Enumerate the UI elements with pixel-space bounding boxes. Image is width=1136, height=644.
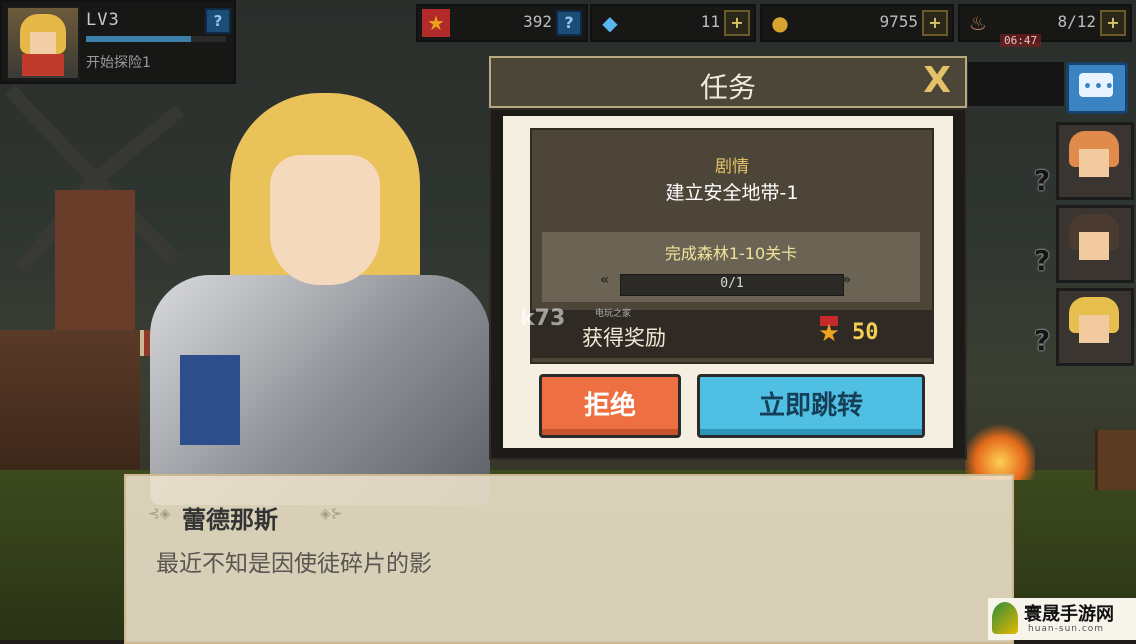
medal-count: 392	[523, 12, 552, 31]
arrow-left-icon: «	[600, 272, 610, 288]
resource-gold[interactable]: ● 9755 +	[760, 4, 954, 42]
player-panel[interactable]: LV3 ? 开始探险1	[0, 0, 236, 84]
medal-icon: ★	[422, 9, 450, 37]
mission-body: 剧情 建立安全地带-1 完成森林1-10关卡 « 0/1 » 获得奖励 ★ 50	[489, 108, 967, 460]
medal-help-button[interactable]: ?	[556, 10, 582, 36]
reward-row: 获得奖励 ★ 50	[532, 310, 932, 358]
ornament-left-icon: ⊰◈	[148, 506, 171, 522]
mission-title: 任务	[699, 71, 756, 104]
hero-portrait-face	[1079, 149, 1109, 177]
player-avatar[interactable]	[6, 6, 80, 80]
xp-bar-fill	[86, 36, 191, 42]
quest-name: 建立安全地带-1	[665, 182, 799, 204]
progress-text: 0/1	[720, 276, 744, 291]
watermark-logo: k73	[520, 306, 566, 331]
side-hero-1[interactable]	[1056, 122, 1134, 200]
gold-coin-icon: ●	[771, 11, 789, 35]
resource-medal[interactable]: ★ 392 ?	[416, 4, 588, 42]
gold-add-button[interactable]: +	[922, 10, 948, 36]
campfire	[965, 420, 1035, 480]
meat-icon: ♨	[969, 11, 987, 35]
watermark-sub: 电玩之家	[595, 309, 632, 319]
heroine-cloth	[180, 355, 240, 445]
site-logo-text: 寰晟手游网	[1024, 604, 1114, 625]
diamond-count: 11	[700, 12, 720, 31]
stamina-add-button[interactable]: +	[1100, 10, 1126, 36]
diamond-icon: ◆	[602, 11, 618, 35]
chat-button[interactable]: •••	[1066, 62, 1128, 114]
help-icon[interactable]: ?	[205, 8, 231, 34]
site-logo: 寰晟手游网 huan-sun.com	[988, 598, 1136, 640]
avatar-body	[22, 54, 64, 76]
stamina-count: 8/12	[1057, 12, 1096, 31]
question-icon: ?	[1034, 164, 1051, 197]
hero-portrait-face	[1079, 232, 1109, 260]
quest-card: 剧情 建立安全地带-1 完成森林1-10关卡 « 0/1 » 获得奖励 ★ 50	[530, 128, 934, 364]
market-stall	[0, 330, 140, 480]
player-level: LV3	[86, 10, 120, 30]
go-now-button[interactable]: 立即跳转	[697, 374, 925, 438]
stamina-timer: 06:47	[1000, 34, 1042, 47]
heroine-face	[270, 155, 380, 285]
quest-hint: 开始探险1	[86, 55, 151, 71]
site-logo-sub: huan-sun.com	[1028, 624, 1105, 634]
objective-text: 完成森林1-10关卡	[664, 244, 798, 263]
chat-icon: •••	[1079, 73, 1114, 97]
gold-count: 9755	[879, 12, 918, 31]
quest-category: 剧情	[715, 157, 749, 177]
side-hero-3[interactable]	[1056, 288, 1134, 366]
quest-objective: 完成森林1-10关卡 « 0/1 »	[542, 232, 920, 302]
logo-mark-icon	[992, 602, 1018, 634]
diamond-add-button[interactable]: +	[724, 10, 750, 36]
barrel	[1095, 430, 1136, 490]
close-icon[interactable]: X	[923, 62, 951, 100]
medal-icon: ★	[818, 319, 840, 347]
hero-portrait-face	[1079, 315, 1109, 343]
question-icon: ?	[1034, 244, 1051, 277]
reward-value: 50	[852, 320, 879, 345]
resource-stamina[interactable]: ♨ 8/12 +	[958, 4, 1132, 42]
mission-inner-panel: 剧情 建立安全地带-1 完成森林1-10关卡 « 0/1 » 获得奖励 ★ 50	[503, 116, 953, 448]
refuse-button[interactable]: 拒绝	[539, 374, 681, 438]
heroine-character	[120, 85, 510, 505]
resource-diamond[interactable]: ◆ 11 +	[590, 4, 756, 42]
ornament-right-icon: ◈⊱	[320, 506, 343, 522]
arrow-right-icon: »	[842, 272, 852, 288]
speaker-name: 蕾德那斯	[182, 506, 278, 534]
dialogue-line: 最近不知是因使徒碎片的影	[156, 551, 432, 577]
side-hero-2[interactable]	[1056, 205, 1134, 283]
avatar-face	[30, 32, 56, 56]
mission-header: 任务 X	[489, 56, 967, 108]
side-panel-backdrop	[968, 62, 1064, 106]
reward-label: 获得奖励	[582, 326, 666, 350]
dialogue-box[interactable]: ⊰◈ 蕾德那斯 ◈⊱ 最近不知是因使徒碎片的影	[124, 474, 1014, 644]
objective-progress-bar: 0/1	[620, 274, 844, 296]
question-icon: ?	[1034, 324, 1051, 357]
mission-dialog: 任务 X 剧情 建立安全地带-1 完成森林1-10关卡 « 0/1 » 获得奖励	[489, 56, 967, 460]
xp-bar	[86, 36, 226, 42]
